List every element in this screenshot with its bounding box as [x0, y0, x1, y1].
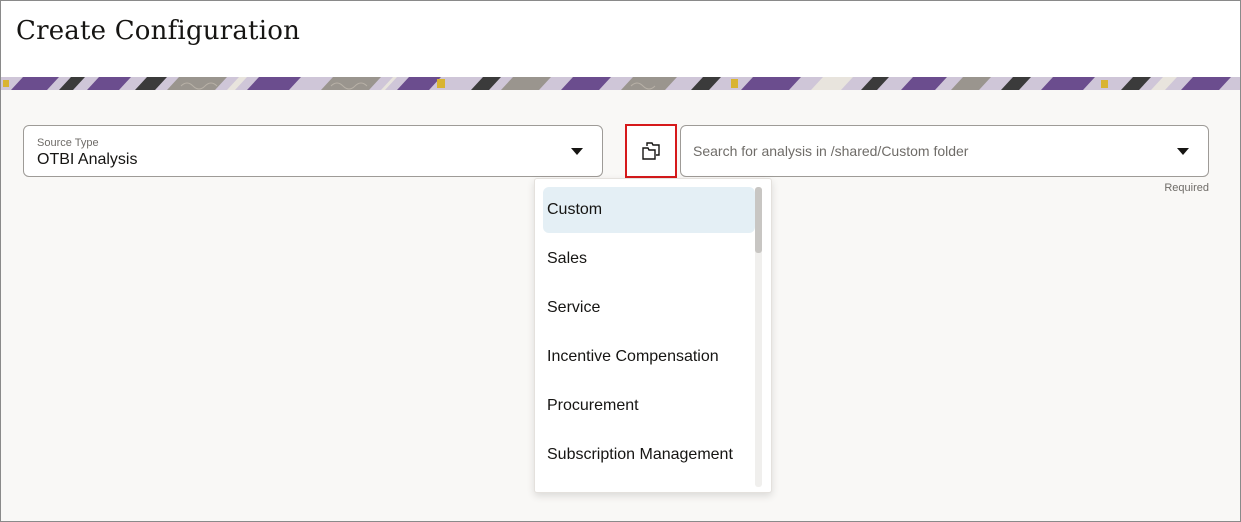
folder-dropdown-list: Custom Sales Service Incentive Compensat… — [534, 178, 772, 493]
source-type-label: Source Type — [37, 137, 99, 149]
scrollbar-thumb[interactable] — [755, 187, 762, 253]
analysis-search-input[interactable] — [693, 141, 1153, 161]
dropdown-item-subscription-management[interactable]: Subscription Management — [543, 432, 755, 478]
dropdown-scrollbar[interactable] — [755, 187, 762, 487]
browse-folder-button[interactable] — [625, 124, 677, 178]
page-header: Create Configuration — [1, 1, 1240, 77]
page-title: Create Configuration — [16, 16, 301, 46]
analysis-search-combobox[interactable] — [680, 125, 1209, 177]
decorative-banner — [1, 77, 1240, 90]
source-type-value: OTBI Analysis — [37, 151, 138, 168]
dropdown-item-service[interactable]: Service — [543, 285, 755, 331]
source-type-select[interactable]: Source Type OTBI Analysis — [23, 125, 603, 177]
app-window: Create Configuration Source Type OTBI An… — [0, 0, 1241, 522]
dropdown-item-custom[interactable]: Custom — [543, 187, 755, 233]
dropdown-item-incentive-compensation[interactable]: Incentive Compensation — [543, 334, 755, 380]
caret-down-icon[interactable] — [1177, 148, 1189, 155]
required-hint: Required — [1164, 182, 1209, 194]
caret-down-icon[interactable] — [571, 148, 583, 155]
dropdown-item-procurement[interactable]: Procurement — [543, 383, 755, 429]
dropdown-item-sales[interactable]: Sales — [543, 236, 755, 282]
folder-browse-icon — [642, 142, 660, 160]
